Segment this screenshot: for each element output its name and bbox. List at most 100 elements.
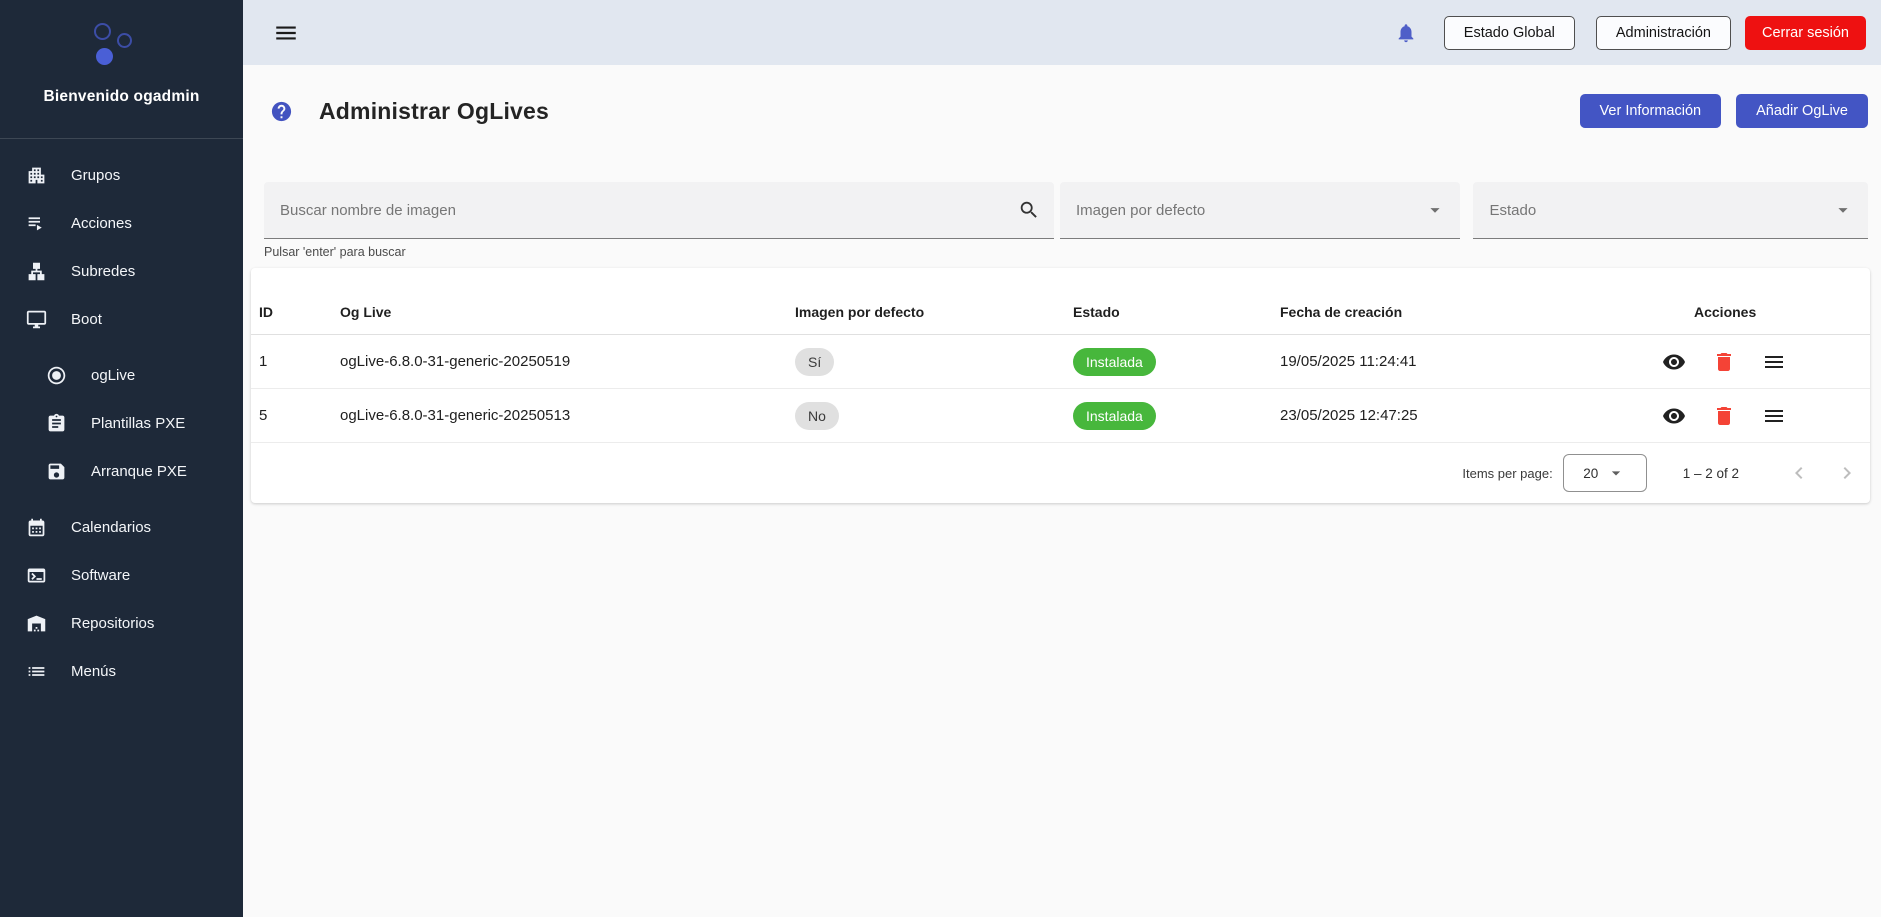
logo-circle-icon [96,48,113,65]
warehouse-icon [26,613,47,634]
ver-informacion-button[interactable]: Ver Información [1580,94,1722,128]
cell-default-image: No [795,402,1073,430]
column-header-estado: Estado [1073,304,1280,320]
sidebar-item-label: Repositorios [71,615,154,632]
page-title: Administrar OgLives [319,98,549,125]
sidebar-item-grupos[interactable]: Grupos [0,151,243,199]
sidebar-item-acciones[interactable]: Acciones [0,199,243,247]
estado-global-button[interactable]: Estado Global [1444,16,1575,50]
row-menu-icon[interactable] [1762,404,1786,428]
column-header-oglive: Og Live [340,304,795,320]
column-header-created: Fecha de creación [1280,304,1660,320]
save-icon [46,461,67,482]
table-header-row: ID Og Live Imagen por defecto Estado Fec… [251,268,1870,335]
filter-row: Imagen por defecto Estado [264,182,1868,239]
building-icon [26,165,47,186]
menu-toggle-icon[interactable] [273,20,299,46]
previous-page-icon[interactable] [1787,461,1811,485]
sidebar-item-label: Plantillas PXE [91,415,185,432]
estado-select[interactable]: Estado [1473,182,1868,239]
column-header-id: ID [251,304,340,320]
cell-created: 23/05/2025 12:47:25 [1280,407,1660,424]
administracion-button[interactable]: Administración [1596,16,1731,50]
actions-list-icon [26,213,47,234]
sidebar-item-subredes[interactable]: Subredes [0,247,243,295]
cell-actions [1660,404,1870,428]
sidebar-nav: Grupos Acciones Subredes Boot [0,151,243,695]
sidebar: Bienvenido ogadmin Grupos Acciones Subre… [0,0,243,917]
table-row: 5 ogLive-6.8.0-31-generic-20250513 No In… [251,389,1870,443]
anadir-oglive-button[interactable]: Añadir OgLive [1736,94,1868,128]
cell-estado: Instalada [1073,402,1280,430]
chevron-down-icon [1606,463,1626,483]
topbar: Estado Global Administración Cerrar sesi… [243,0,1881,65]
list-icon [26,661,47,682]
notifications-bell-icon[interactable] [1395,22,1417,44]
view-icon[interactable] [1662,350,1686,374]
status-badge: Instalada [1073,348,1156,376]
sidebar-item-menus[interactable]: Menús [0,647,243,695]
sidebar-item-label: Arranque PXE [91,463,187,480]
cell-oglive-name: ogLive-6.8.0-31-generic-20250519 [340,353,795,370]
clipboard-icon [46,413,67,434]
default-image-badge: No [795,402,839,430]
page-size-select[interactable]: 20 [1563,454,1647,492]
logo-area: Bienvenido ogadmin [0,0,243,139]
cell-id: 5 [251,407,340,424]
default-image-badge: Sí [795,348,834,376]
row-menu-icon[interactable] [1762,350,1786,374]
items-per-page-label: Items per page: [1462,466,1552,481]
help-icon[interactable] [270,100,293,123]
network-tree-icon [26,261,47,282]
sidebar-item-oglive[interactable]: ogLive [0,351,243,399]
delete-icon[interactable] [1712,350,1736,374]
sidebar-item-label: Acciones [71,215,132,232]
next-page-icon[interactable] [1835,461,1859,485]
oglives-table-card: ID Og Live Imagen por defecto Estado Fec… [251,268,1870,503]
radio-checked-icon [46,365,67,386]
default-image-select[interactable]: Imagen por defecto [1060,182,1461,239]
view-icon[interactable] [1662,404,1686,428]
chevron-down-icon [1832,199,1854,221]
paginator: Items per page: 20 1 – 2 of 2 [251,443,1870,503]
default-image-select-label: Imagen por defecto [1076,202,1425,219]
search-field [264,182,1054,239]
cell-estado: Instalada [1073,348,1280,376]
table-row: 1 ogLive-6.8.0-31-generic-20250519 Sí In… [251,335,1870,389]
delete-icon[interactable] [1712,404,1736,428]
chevron-down-icon [1424,199,1446,221]
boot-submenu: ogLive Plantillas PXE Arranque PXE [0,351,243,495]
sidebar-item-label: Software [71,567,130,584]
column-header-actions: Acciones [1660,304,1870,320]
logo-circle-icon [94,23,111,40]
cell-actions [1660,350,1870,374]
sidebar-item-label: Boot [71,311,102,328]
welcome-text: Bienvenido ogadmin [0,88,243,106]
calendar-icon [26,517,47,538]
search-input[interactable] [280,202,1018,219]
sidebar-item-label: Menús [71,663,116,680]
sidebar-item-label: Calendarios [71,519,151,536]
estado-select-label: Estado [1489,202,1832,219]
column-header-default-image: Imagen por defecto [795,304,1073,320]
sidebar-item-software[interactable]: Software [0,551,243,599]
sidebar-item-plantillas-pxe[interactable]: Plantillas PXE [0,399,243,447]
search-icon[interactable] [1018,199,1040,221]
logout-button[interactable]: Cerrar sesión [1745,16,1866,50]
app-root: Bienvenido ogadmin Grupos Acciones Subre… [0,0,1881,917]
sidebar-item-calendarios[interactable]: Calendarios [0,503,243,551]
cell-created: 19/05/2025 11:24:41 [1280,353,1660,370]
logo-circle-icon [117,33,132,48]
monitor-icon [26,309,47,330]
sidebar-item-label: Subredes [71,263,135,280]
cell-id: 1 [251,353,340,370]
cell-oglive-name: ogLive-6.8.0-31-generic-20250513 [340,407,795,424]
cell-default-image: Sí [795,348,1073,376]
sidebar-item-arranque-pxe[interactable]: Arranque PXE [0,447,243,495]
status-badge: Instalada [1073,402,1156,430]
sidebar-item-boot[interactable]: Boot [0,295,243,343]
sidebar-item-repositorios[interactable]: Repositorios [0,599,243,647]
sidebar-item-label: ogLive [91,367,135,384]
main-content: Administrar OgLives Ver Información Añad… [243,65,1881,917]
terminal-icon [26,565,47,586]
